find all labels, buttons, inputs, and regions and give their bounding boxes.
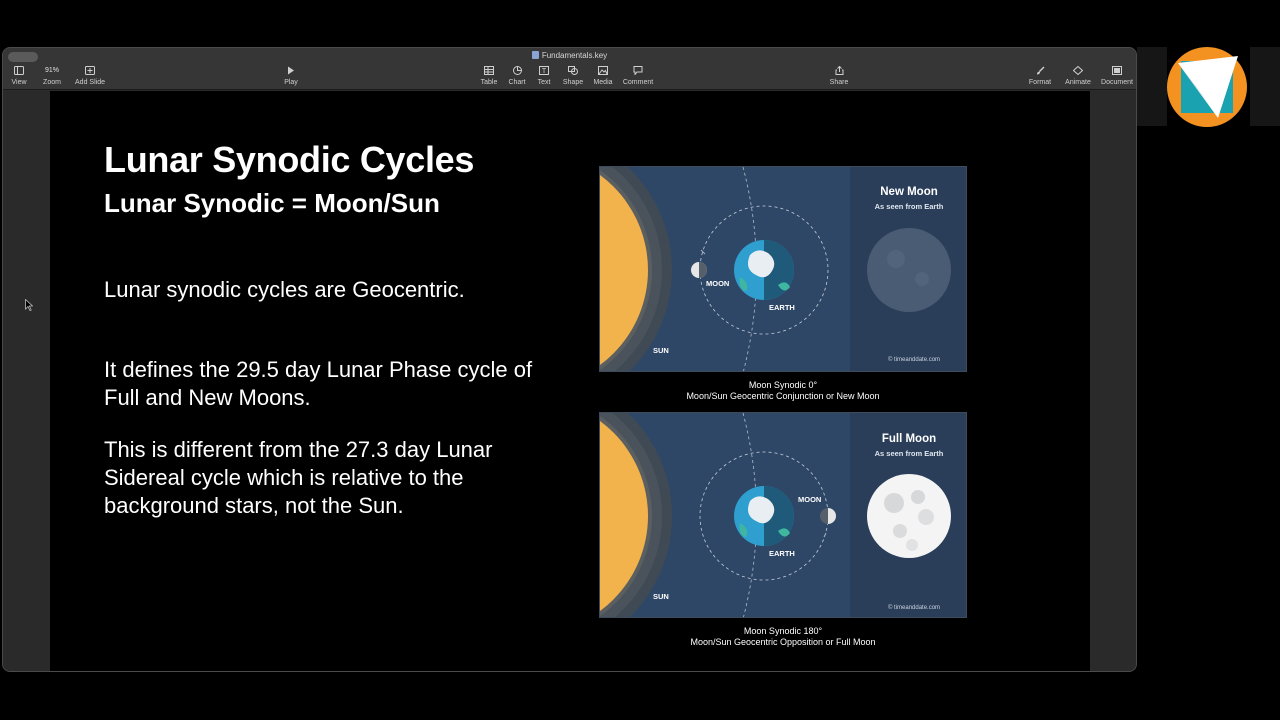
animate-button[interactable]: Animate [1063,66,1093,86]
earth-label: EARTH [769,549,795,558]
view-label: View [11,79,27,86]
text-box-icon: T [533,66,555,75]
sun-label: SUN [653,346,669,355]
slide-paragraph[interactable]: It defines the 29.5 day Lunar Phase cycl… [104,356,534,412]
media-label: Media [593,79,613,86]
table-icon [477,66,501,75]
caption-line: Moon Synodic 0° [748,380,818,390]
comment-label: Comment [622,79,654,86]
full-moon-diagram[interactable]: MOON EARTH SUN Full Moon As seen from Ea… [599,412,967,618]
play-button[interactable]: Play [281,66,301,86]
zoom-label: Zoom [43,79,61,86]
format-label: Format [1028,79,1052,86]
animate-diamond-icon [1063,66,1093,75]
text-button[interactable]: T Text [533,66,555,86]
format-button[interactable]: Format [1027,66,1053,86]
shape-label: Shape [562,79,584,86]
text-label: Text [537,79,551,86]
phase-subtitle: As seen from Earth [875,449,944,458]
keynote-window: Fundamentals.key View 91% Zoom Add Slide… [2,47,1137,672]
slide[interactable]: Lunar Synodic Cycles Lunar Synodic = Moo… [50,91,1090,671]
add-slide-icon [73,66,107,75]
caption-line: Moon/Sun Geocentric Opposition or Full M… [690,637,876,647]
paintbrush-icon [1027,66,1053,75]
side-panel-left [1137,47,1167,126]
play-label: Play [284,79,298,86]
slide-subtitle[interactable]: Lunar Synodic = Moon/Sun [104,188,440,219]
zoom-value: 91% [44,67,59,74]
comment-button[interactable]: Comment [620,66,656,86]
credit-text: © timeanddate.com [888,356,940,363]
new-moon-illustration: MOON EARTH SUN New Moon As seen from Ear… [600,167,966,371]
full-moon-caption[interactable]: Moon Synodic 180° Moon/Sun Geocentric Op… [599,626,967,648]
new-moon-caption[interactable]: Moon Synodic 0° Moon/Sun Geocentric Conj… [599,380,967,402]
slide-title[interactable]: Lunar Synodic Cycles [104,139,474,181]
media-button[interactable]: Media [590,66,616,86]
chart-pie-icon [505,66,529,75]
animate-label: Animate [1065,79,1091,86]
window-title: Fundamentals.key [3,51,1136,60]
window-title-text: Fundamentals.key [541,51,608,60]
add-slide-button[interactable]: Add Slide [73,66,107,86]
chart-button[interactable]: Chart [505,66,529,86]
new-moon-diagram[interactable]: MOON EARTH SUN New Moon As seen from Ear… [599,166,967,372]
share-label: Share [829,79,849,86]
caption-line: Moon/Sun Geocentric Conjunction or New M… [686,391,880,401]
channel-logo-icon [1167,47,1247,127]
shape-button[interactable]: Shape [560,66,586,86]
share-icon [827,66,851,75]
svg-text:T: T [542,68,547,75]
comment-icon [620,66,656,75]
document-button[interactable]: Document [1099,66,1135,86]
screen: Fundamentals.key View 91% Zoom Add Slide… [0,0,1280,720]
slide-paragraph[interactable]: Lunar synodic cycles are Geocentric. [104,276,534,304]
toolbar: Fundamentals.key View 91% Zoom Add Slide… [3,48,1136,90]
phase-subtitle: As seen from Earth [875,202,944,211]
sun-label: SUN [653,592,669,601]
earth-label: EARTH [769,303,795,312]
moon-label: MOON [706,279,729,288]
view-button[interactable]: View [9,66,29,86]
caption-line: Moon Synodic 180° [743,626,823,636]
keynote-file-icon [531,51,539,59]
side-panel-right [1250,47,1280,126]
zoom-button[interactable]: 91% Zoom [37,66,67,86]
table-label: Table [480,79,498,86]
full-moon-illustration: MOON EARTH SUN Full Moon As seen from Ea… [600,413,966,617]
phase-title: New Moon [880,186,938,198]
credit-text: © timeanddate.com [888,604,940,611]
play-icon [281,66,301,75]
chart-label: Chart [508,79,526,86]
phase-title: Full Moon [882,433,936,445]
document-icon [1099,66,1135,75]
moon-label: MOON [798,495,821,504]
media-photo-icon [590,66,616,75]
mouse-cursor-icon [25,299,33,311]
document-label: Document [1101,79,1133,86]
sidebar-icon [9,66,29,75]
slide-paragraph[interactable]: This is different from the 27.3 day Luna… [104,436,534,520]
add-slide-label: Add Slide [75,79,105,86]
shape-icon [560,66,586,75]
share-button[interactable]: Share [827,66,851,86]
table-button[interactable]: Table [477,66,501,86]
